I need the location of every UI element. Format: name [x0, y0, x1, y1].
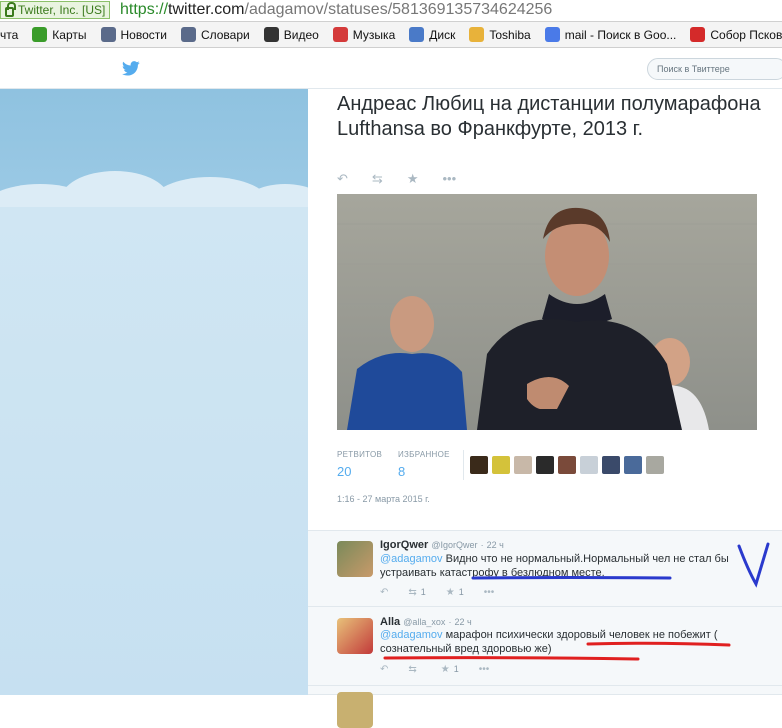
cert-label: Twitter, Inc. [US]	[18, 3, 106, 17]
maps-icon	[32, 27, 48, 42]
bookmarks-bar: чта Карты Новости Словари Видео Музыка Диск Tos…	[0, 22, 782, 48]
favoriter-avatar[interactable]	[514, 456, 532, 474]
bookmark-item[interactable]: Словари	[180, 27, 250, 42]
bookmark-item[interactable]: чта	[0, 28, 18, 42]
bookmark-item[interactable]: mail - Поиск в Goo...	[544, 27, 676, 42]
bookmark-item[interactable]: Карты	[32, 27, 87, 42]
yandex-icon	[690, 27, 706, 42]
bookmark-item[interactable]: Собор Псковс	[690, 27, 782, 42]
avatar[interactable]	[337, 692, 373, 728]
runner-photo	[337, 194, 757, 430]
reply-icon[interactable]: ↶	[337, 171, 348, 187]
reply-item[interactable]: IgorQwer @IgorQwer · 22 ч @adagamov Видн…	[308, 531, 782, 607]
annotation-underline	[383, 641, 731, 661]
folder-icon	[469, 27, 485, 42]
address-bar[interactable]: Twitter, Inc. [US] https://twitter.com/a…	[0, 0, 782, 22]
favoriter-avatar[interactable]	[624, 456, 642, 474]
bookmark-item[interactable]: Новости	[100, 27, 167, 42]
retweets-stat[interactable]: РЕТВИТОВ 20	[337, 450, 382, 479]
music-icon	[332, 27, 348, 42]
bookmark-item[interactable]: Видео	[263, 27, 319, 42]
tweet-actions: ↶ ⇆ ★ •••	[337, 171, 456, 187]
stats-divider	[463, 450, 464, 480]
bookmark-item[interactable]: Toshiba	[469, 27, 531, 42]
favorite-icon[interactable]: ★	[407, 171, 419, 187]
reply-item[interactable]: Alla @alla_xox · 22 ч @adagamov марафон …	[308, 608, 782, 686]
disk-icon	[409, 27, 425, 42]
video-icon	[263, 27, 279, 42]
news-icon	[100, 27, 116, 42]
tweet-photo[interactable]	[337, 194, 757, 430]
favoriters-avatars	[470, 456, 664, 474]
retweet-icon[interactable]: ⇆	[372, 171, 383, 187]
tweet-date: 1:16 - 27 марта 2015 г.	[337, 494, 430, 504]
ev-certificate-badge[interactable]: Twitter, Inc. [US]	[0, 1, 111, 19]
annotation-underline	[471, 576, 672, 580]
url-text[interactable]: https://twitter.com/adagamov/statuses/58…	[120, 0, 552, 20]
twitter-bird-icon[interactable]	[122, 61, 140, 76]
profile-background	[0, 89, 308, 695]
favoriter-avatar[interactable]	[492, 456, 510, 474]
favoriter-avatar[interactable]	[580, 456, 598, 474]
reply-item[interactable]	[308, 687, 782, 728]
bookmark-item[interactable]: Музыка	[332, 27, 395, 42]
google-icon	[544, 27, 560, 42]
tweet-text: Андреас Любиц на дистанции полумарафона …	[337, 93, 761, 140]
more-icon[interactable]: •••	[442, 171, 456, 187]
search-input[interactable]: Поиск в Твиттере	[647, 58, 782, 80]
favorites-stat[interactable]: ИЗБРАННОЕ 8	[398, 450, 450, 479]
annotation-check-mark	[737, 542, 770, 588]
dictionary-icon	[180, 27, 196, 42]
bookmark-item[interactable]: Диск	[409, 27, 455, 42]
lock-icon	[5, 1, 16, 17]
favoriter-avatar[interactable]	[602, 456, 620, 474]
favoriter-avatar[interactable]	[558, 456, 576, 474]
favoriter-avatar[interactable]	[470, 456, 488, 474]
favoriter-avatar[interactable]	[536, 456, 554, 474]
favoriter-avatar[interactable]	[646, 456, 664, 474]
